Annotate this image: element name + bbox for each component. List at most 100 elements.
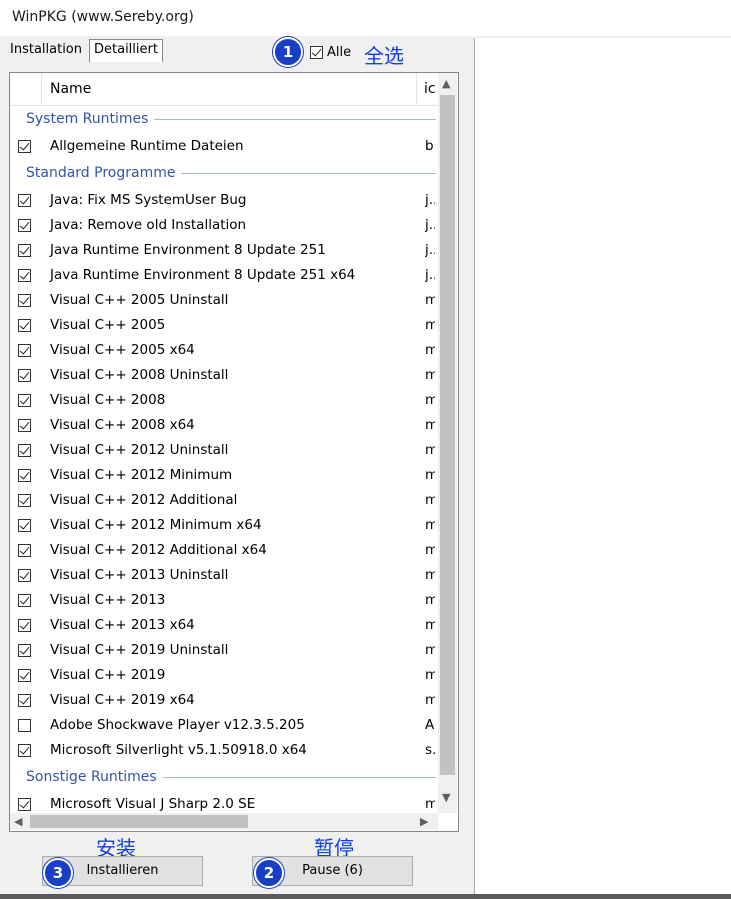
- list-item[interactable]: Java Runtime Environment 8 Update 251 j..: [10, 238, 438, 263]
- header-divider: [416, 73, 417, 105]
- item-checkbox[interactable]: [18, 244, 31, 257]
- item-checkbox[interactable]: [18, 519, 31, 532]
- item-id: m: [425, 292, 435, 308]
- item-checkbox[interactable]: [18, 319, 31, 332]
- step-badge-3: 3: [43, 858, 73, 888]
- group-title: Standard Programme: [26, 165, 182, 181]
- scroll-down-icon[interactable]: ▼: [442, 791, 450, 804]
- item-checkbox[interactable]: [18, 494, 31, 507]
- list-item[interactable]: Visual C++ 2019 Uninstall m: [10, 638, 438, 663]
- list-item[interactable]: Visual C++ 2012 Minimum m: [10, 463, 438, 488]
- item-name: Microsoft Silverlight v5.1.50918.0 x64: [50, 742, 307, 758]
- item-name: Visual C++ 2005 Uninstall: [50, 292, 229, 308]
- vertical-scroll-thumb[interactable]: [440, 95, 455, 775]
- tab-detailliert[interactable]: Detailliert: [89, 39, 163, 62]
- list-item[interactable]: Visual C++ 2008 x64 m: [10, 413, 438, 438]
- package-list[interactable]: Name ic System Runtimes Allgemeine Runtim…: [9, 72, 459, 832]
- item-id: m: [425, 542, 435, 558]
- item-name: Visual C++ 2012 Additional x64: [50, 542, 267, 558]
- group-header[interactable]: Standard Programme: [10, 159, 438, 188]
- select-all-label: Alle: [327, 45, 352, 60]
- item-checkbox[interactable]: [18, 369, 31, 382]
- item-checkbox[interactable]: [18, 194, 31, 207]
- group-header[interactable]: Sonstige Runtimes: [10, 763, 438, 792]
- item-checkbox[interactable]: [18, 219, 31, 232]
- horizontal-scroll-thumb[interactable]: [30, 815, 248, 828]
- item-checkbox[interactable]: [18, 619, 31, 632]
- list-item[interactable]: Visual C++ 2013 Uninstall m: [10, 563, 438, 588]
- list-item[interactable]: Visual C++ 2008 m: [10, 388, 438, 413]
- item-name: Visual C++ 2008: [50, 392, 166, 408]
- list-item[interactable]: Allgemeine Runtime Dateien b: [10, 134, 438, 159]
- list-item[interactable]: Java: Fix MS SystemUser Bug j..: [10, 188, 438, 213]
- item-id: m: [425, 342, 435, 358]
- list-item[interactable]: Visual C++ 2008 Uninstall m: [10, 363, 438, 388]
- tab-installation[interactable]: Installation: [10, 40, 82, 60]
- item-id: j..: [425, 242, 435, 258]
- list-item[interactable]: Visual C++ 2019 m: [10, 663, 438, 688]
- list-item[interactable]: Visual C++ 2013 x64 m: [10, 613, 438, 638]
- scroll-up-icon[interactable]: ▲: [442, 77, 450, 90]
- item-id: m: [425, 317, 435, 333]
- item-checkbox[interactable]: [18, 669, 31, 682]
- item-checkbox[interactable]: [18, 344, 31, 357]
- item-checkbox[interactable]: [18, 544, 31, 557]
- item-checkbox[interactable]: [18, 140, 31, 153]
- item-name: Allgemeine Runtime Dateien: [50, 138, 244, 154]
- item-id: m: [425, 617, 435, 633]
- list-item[interactable]: Visual C++ 2005 x64 m: [10, 338, 438, 363]
- item-id: m: [425, 567, 435, 583]
- list-item[interactable]: Visual C++ 2012 Uninstall m: [10, 438, 438, 463]
- item-checkbox[interactable]: [18, 694, 31, 707]
- item-id: m: [425, 392, 435, 408]
- item-checkbox[interactable]: [18, 294, 31, 307]
- list-item[interactable]: Visual C++ 2013 m: [10, 588, 438, 613]
- item-checkbox[interactable]: [18, 469, 31, 482]
- item-checkbox[interactable]: [18, 719, 31, 732]
- vertical-scrollbar[interactable]: ▲ ▼: [438, 73, 457, 813]
- item-name: Java Runtime Environment 8 Update 251: [50, 242, 326, 258]
- column-header-id[interactable]: ic: [424, 81, 436, 97]
- list-item[interactable]: Microsoft Silverlight v5.1.50918.0 x64 s.: [10, 738, 438, 763]
- select-all-checkbox[interactable]: Alle: [310, 45, 351, 60]
- item-checkbox[interactable]: [18, 594, 31, 607]
- item-name: Visual C++ 2012 Minimum x64: [50, 517, 262, 533]
- window-title: WinPKG (www.Sereby.org): [12, 9, 194, 25]
- list-item[interactable]: Java: Remove old Installation j..: [10, 213, 438, 238]
- list-item[interactable]: Java Runtime Environment 8 Update 251 x6…: [10, 263, 438, 288]
- item-name: Visual C++ 2012 Minimum: [50, 467, 233, 483]
- item-checkbox[interactable]: [18, 798, 31, 811]
- step-badge-2: 2: [254, 858, 284, 888]
- list-item[interactable]: Visual C++ 2012 Additional m: [10, 488, 438, 513]
- column-header-name[interactable]: Name: [50, 81, 91, 97]
- list-item[interactable]: Adobe Shockwave Player v12.3.5.205 A: [10, 713, 438, 738]
- item-id: m: [425, 692, 435, 708]
- list-item[interactable]: Visual C++ 2019 x64 m: [10, 688, 438, 713]
- detail-pane: [474, 38, 731, 894]
- item-name: Visual C++ 2019 x64: [50, 692, 195, 708]
- item-checkbox[interactable]: [18, 644, 31, 657]
- list-item[interactable]: Visual C++ 2012 Minimum x64 m: [10, 513, 438, 538]
- select-all-box[interactable]: [310, 46, 323, 59]
- list-item[interactable]: Visual C++ 2005 m: [10, 313, 438, 338]
- header-divider: [41, 73, 42, 105]
- item-checkbox[interactable]: [18, 269, 31, 282]
- item-name: Visual C++ 2019: [50, 667, 166, 683]
- item-checkbox[interactable]: [18, 744, 31, 757]
- left-pane: Installation Detailliert 1 Alle 全选 Name …: [0, 36, 466, 894]
- scroll-right-icon[interactable]: ▶: [420, 815, 428, 828]
- list-item[interactable]: Visual C++ 2005 Uninstall m: [10, 288, 438, 313]
- group-header[interactable]: System Runtimes: [10, 105, 438, 134]
- item-checkbox[interactable]: [18, 569, 31, 582]
- item-checkbox[interactable]: [18, 444, 31, 457]
- item-checkbox[interactable]: [18, 394, 31, 407]
- item-id: m: [425, 517, 435, 533]
- item-checkbox[interactable]: [18, 419, 31, 432]
- list-rows: System Runtimes Allgemeine Runtime Dateie…: [10, 105, 438, 817]
- item-id: m: [425, 492, 435, 508]
- horizontal-scrollbar[interactable]: ◀ ▶: [10, 813, 438, 830]
- item-id: j..: [425, 192, 435, 208]
- item-id: s.: [425, 742, 435, 758]
- scroll-left-icon[interactable]: ◀: [14, 815, 22, 828]
- list-item[interactable]: Visual C++ 2012 Additional x64 m: [10, 538, 438, 563]
